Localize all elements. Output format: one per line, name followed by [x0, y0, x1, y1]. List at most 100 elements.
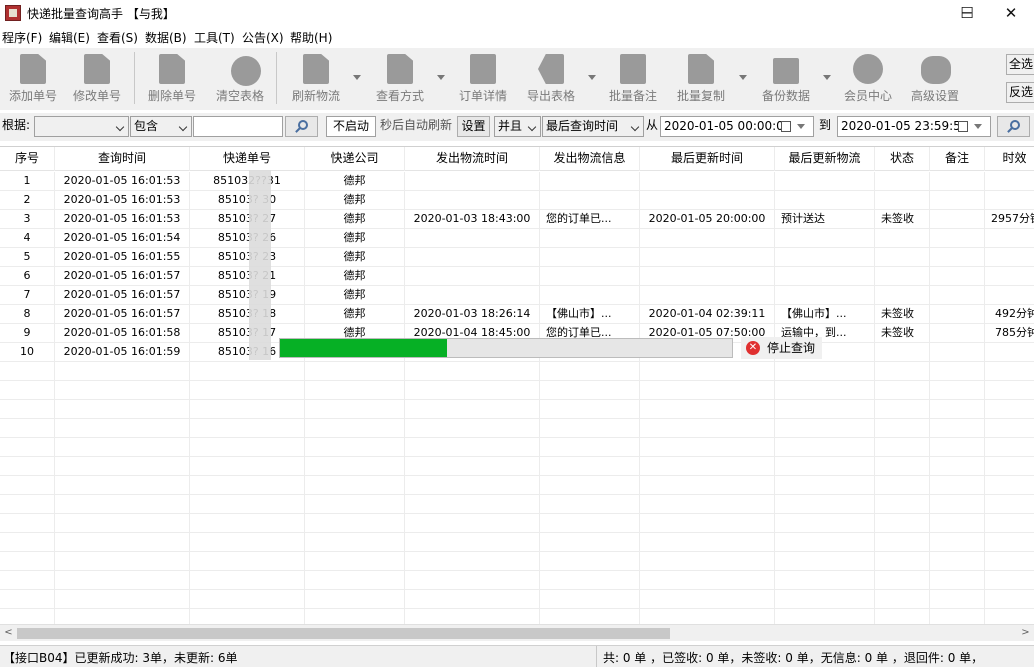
table-row[interactable] — [0, 590, 1034, 609]
search-button[interactable] — [285, 116, 318, 137]
menu-tools[interactable]: 工具(T) — [194, 29, 235, 46]
clear-table-button[interactable]: 清空表格 — [207, 48, 273, 108]
view-mode-dropdown-icon[interactable] — [437, 75, 445, 80]
col-duration-cell — [985, 419, 1034, 438]
order-details-button[interactable]: 订单详情 — [450, 48, 516, 108]
table-row[interactable] — [0, 514, 1034, 533]
add-number-button[interactable]: 添加单号 — [0, 48, 66, 108]
table-row[interactable]: 4 2020-01-05 16:01:54 85103? 26 德邦 — [0, 229, 1034, 248]
menu-data[interactable]: 数据(B) — [145, 29, 187, 46]
table-row[interactable] — [0, 438, 1034, 457]
table-row[interactable]: 6 2020-01-05 16:01:57 85103? 21 德邦 — [0, 267, 1034, 286]
close-button[interactable]: ✕ — [988, 0, 1034, 26]
table-row[interactable]: 2 2020-01-05 16:01:53 85103? 30 德邦 — [0, 191, 1034, 210]
table-row[interactable] — [0, 457, 1034, 476]
col-tracking-number-cell — [190, 362, 305, 381]
chevron-down-icon[interactable] — [974, 124, 982, 129]
table-row[interactable] — [0, 400, 1034, 419]
col-ship-time-cell — [405, 438, 540, 457]
header-col-last-update-info[interactable]: 最后更新物流 — [775, 147, 875, 171]
table-row[interactable] — [0, 381, 1034, 400]
batch-note-button[interactable]: 批量备注 — [600, 48, 666, 108]
view-mode-button[interactable]: 查看方式 — [367, 48, 433, 108]
table-row[interactable] — [0, 362, 1034, 381]
col-status-cell — [875, 362, 930, 381]
menu-help[interactable]: 帮助(H) — [290, 29, 332, 46]
refresh-logistics-button[interactable]: 刷新物流 — [283, 48, 349, 108]
auto-refresh-field[interactable]: 不启动 — [326, 116, 376, 137]
edit-number-button[interactable]: 修改单号 — [64, 48, 130, 108]
to-datetime[interactable]: 2020-01-05 23:59:59 — [837, 116, 991, 137]
keyword-input[interactable] — [193, 116, 283, 137]
col-courier-cell — [305, 438, 405, 457]
table-row[interactable]: 5 2020-01-05 16:01:55 85103? 23 德邦 — [0, 248, 1034, 267]
table-row[interactable] — [0, 476, 1034, 495]
col-note-cell — [930, 495, 985, 514]
menu-edit[interactable]: 编辑(E) — [49, 29, 90, 46]
col-last-update-time-cell: 2020-01-05 20:00:00 — [640, 210, 775, 229]
export-table-button[interactable]: 导出表格 — [518, 48, 584, 108]
header-col-courier[interactable]: 快递公司 — [305, 147, 405, 171]
backup-dropdown-icon[interactable] — [823, 75, 831, 80]
col-last-update-time-cell — [640, 191, 775, 210]
header-col-index[interactable]: 序号 — [0, 147, 55, 171]
calendar-icon[interactable] — [781, 121, 791, 132]
col-note-cell — [930, 343, 985, 362]
app-icon — [5, 5, 21, 21]
table-row[interactable]: 8 2020-01-05 16:01:57 85103? 18 德邦 2020-01-0… — [0, 305, 1034, 324]
menu-program[interactable]: 程序(F) — [2, 29, 42, 46]
chevron-down-icon[interactable] — [797, 124, 805, 129]
horizontal-scrollbar[interactable]: < > — [0, 624, 1034, 641]
logic-select[interactable]: 并且 — [494, 116, 541, 137]
header-col-note[interactable]: 备注 — [930, 147, 985, 171]
refresh-dropdown-icon[interactable] — [353, 75, 361, 80]
scroll-left-icon[interactable]: < — [0, 625, 17, 642]
table-row[interactable] — [0, 533, 1034, 552]
match-select[interactable]: 包含 — [130, 116, 192, 137]
calendar-icon[interactable] — [958, 121, 968, 132]
scrollbar-thumb[interactable] — [17, 628, 670, 639]
header-col-status[interactable]: 状态 — [875, 147, 930, 171]
member-center-button[interactable]: 会员中心 — [835, 48, 901, 108]
menu-notice[interactable]: 公告(X) — [242, 29, 284, 46]
header-col-duration[interactable]: 时效 — [985, 147, 1034, 171]
table-row[interactable]: 3 2020-01-05 16:01:53 85103? 27 德邦 2020-01-0… — [0, 210, 1034, 229]
batch-copy-button[interactable]: 批量复制 — [668, 48, 734, 108]
backup-data-button[interactable]: 备份数据 — [753, 48, 819, 108]
from-datetime[interactable]: 2020-01-05 00:00:00 — [660, 116, 814, 137]
col-courier-cell — [305, 419, 405, 438]
table-row[interactable] — [0, 495, 1034, 514]
search-go-button[interactable] — [997, 116, 1030, 137]
advanced-settings-button[interactable]: 高级设置 — [902, 48, 968, 108]
time-field-select[interactable]: 最后查询时间 — [542, 116, 644, 137]
copy-dropdown-icon[interactable] — [739, 75, 747, 80]
table-row[interactable] — [0, 419, 1034, 438]
col-last-update-time-cell — [640, 172, 775, 191]
basis-select[interactable] — [34, 116, 129, 137]
col-courier-cell: 德邦 — [305, 286, 405, 305]
table-row[interactable]: 7 2020-01-05 16:01:57 85103? 19 德邦 — [0, 286, 1034, 305]
header-col-tracking-number[interactable]: 快递单号 — [190, 147, 305, 171]
col-last-update-info-cell — [775, 609, 875, 624]
table-row[interactable] — [0, 571, 1034, 590]
maximize-button[interactable]: ☐ — [944, 0, 990, 26]
header-col-ship-time[interactable]: 发出物流时间 — [405, 147, 540, 171]
export-dropdown-icon[interactable] — [588, 75, 596, 80]
stop-query-button[interactable]: ✕ 停止查询 — [741, 337, 822, 359]
menu-view[interactable]: 查看(S) — [97, 29, 138, 46]
table-row[interactable] — [0, 609, 1034, 624]
table-row[interactable]: 1 2020-01-05 16:01:53 851032??31 德邦 — [0, 172, 1034, 191]
col-courier-cell — [305, 533, 405, 552]
table-row[interactable] — [0, 552, 1034, 571]
delete-number-button[interactable]: 删除单号 — [139, 48, 205, 108]
col-index-cell — [0, 571, 55, 590]
settings-button[interactable]: 设置 — [457, 116, 490, 137]
header-col-ship-info[interactable]: 发出物流信息 — [540, 147, 640, 171]
scroll-right-icon[interactable]: > — [1017, 625, 1034, 642]
col-courier-cell — [305, 476, 405, 495]
invert-selection-button[interactable]: 反选 — [1006, 82, 1034, 103]
header-col-last-update-time[interactable]: 最后更新时间 — [640, 147, 775, 171]
col-note-cell — [930, 381, 985, 400]
header-col-query-time[interactable]: 查询时间 — [55, 147, 190, 171]
select-all-button[interactable]: 全选 — [1006, 54, 1034, 75]
